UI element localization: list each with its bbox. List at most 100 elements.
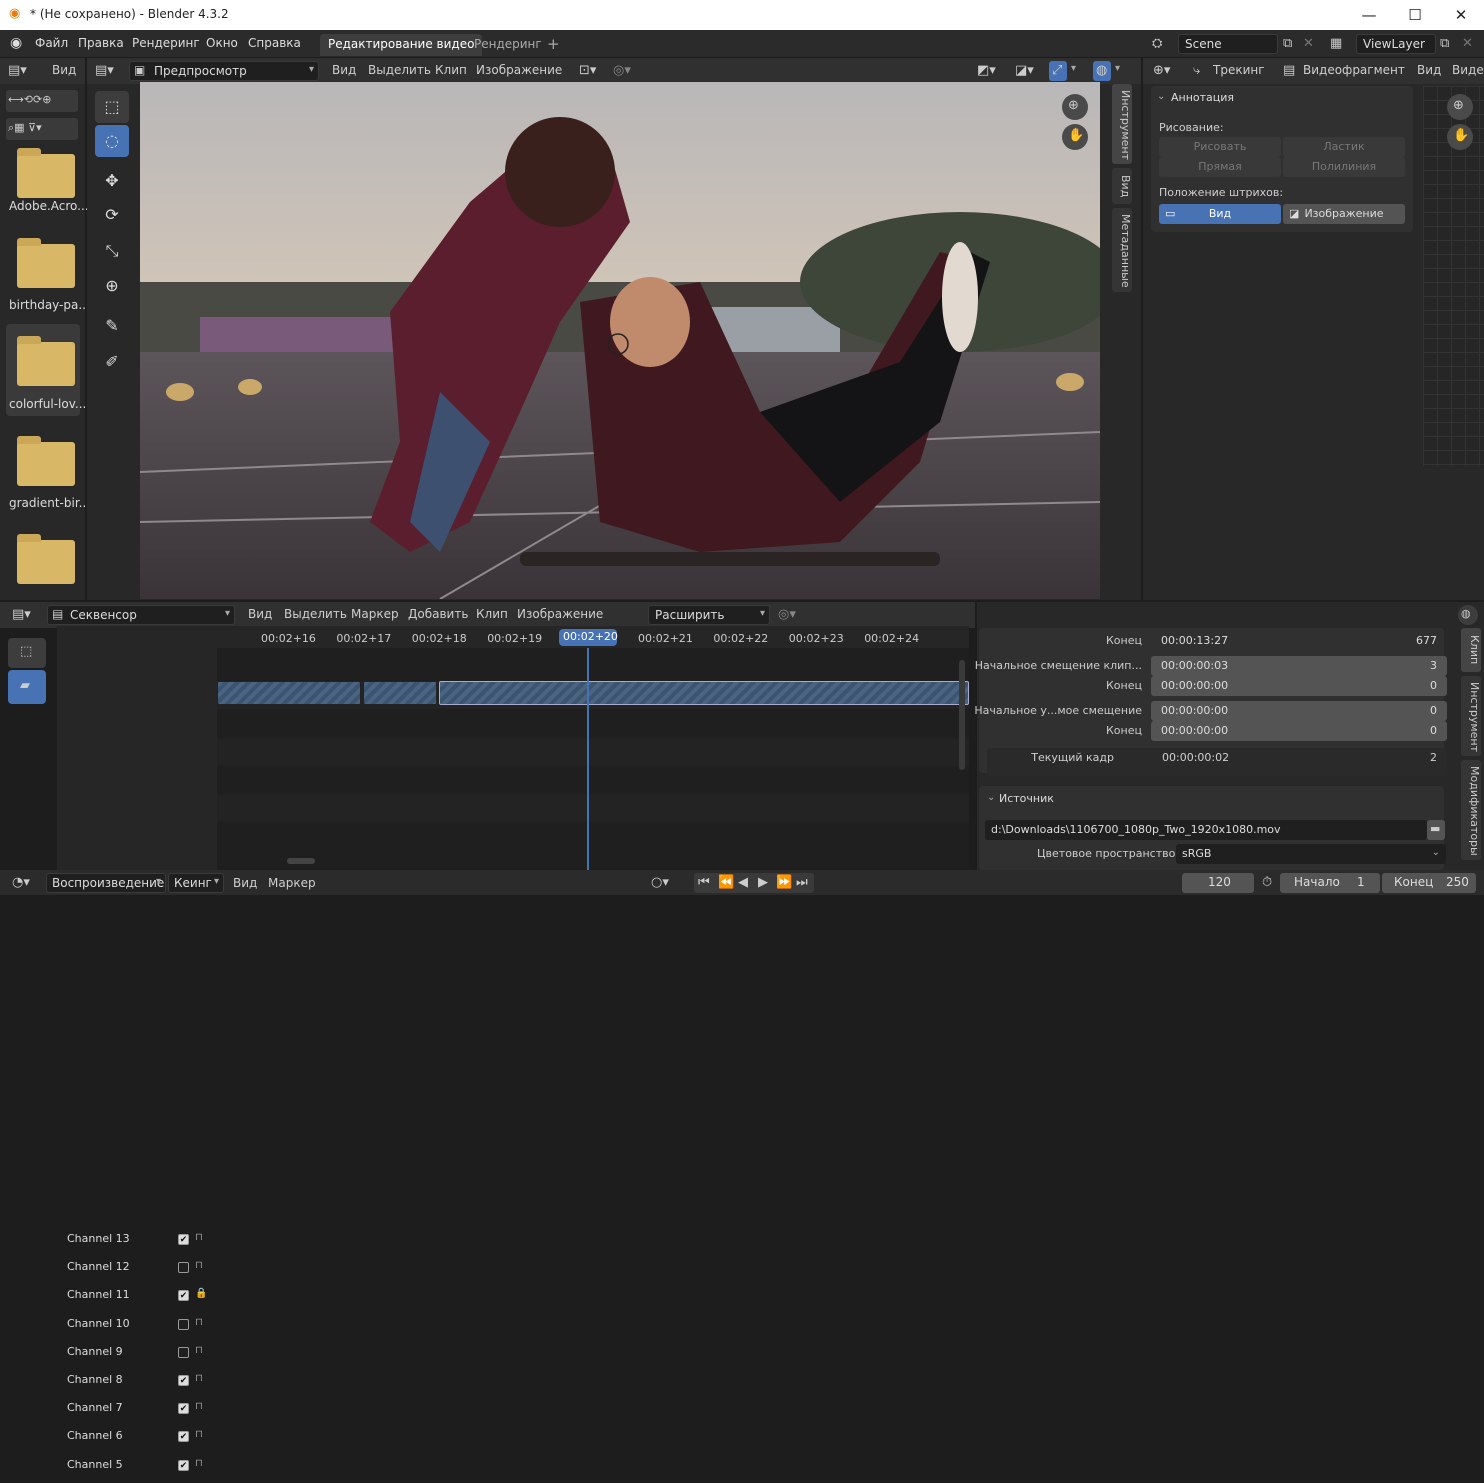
view-mode-select[interactable]: ▣ Предпросмотр ▾ bbox=[129, 61, 319, 81]
navigation-buttons[interactable]: ⟷⟲⟳⊕ bbox=[6, 90, 78, 112]
seq-menu-add[interactable]: Добавить bbox=[408, 607, 468, 621]
stopwatch-icon[interactable]: ⏱ bbox=[1262, 875, 1272, 890]
channel-mute-checkbox[interactable]: ✔ bbox=[178, 1234, 189, 1245]
maximize-button[interactable]: ☐ bbox=[1392, 0, 1438, 30]
lock-closed-icon[interactable]: 🔒 bbox=[195, 1288, 207, 1299]
select-tool-button[interactable]: ⬚ bbox=[95, 91, 129, 123]
end-frame-field[interactable]: Конец 250 bbox=[1382, 873, 1476, 893]
playback-menu[interactable]: Воспроизведение ▾ bbox=[46, 873, 166, 893]
annotation-title[interactable]: Аннотация bbox=[1171, 91, 1234, 104]
view-layer-field[interactable]: ViewLayer bbox=[1356, 34, 1436, 54]
zoom-button[interactable]: ⊕ bbox=[1062, 94, 1088, 120]
seq-select-tool[interactable]: ⬚ bbox=[8, 638, 46, 668]
editor-type-icon[interactable]: ▤▾ bbox=[8, 63, 27, 78]
chevron-down-icon[interactable]: ▾ bbox=[1071, 63, 1076, 74]
file-browser-view-menu[interactable]: Вид bbox=[52, 63, 76, 77]
scopes-icon[interactable]: ◪▾ bbox=[1015, 63, 1034, 78]
movie-strip[interactable] bbox=[363, 681, 437, 705]
tab-video-editing[interactable]: Редактирование видео bbox=[320, 34, 483, 56]
close-button[interactable]: ✕ bbox=[1438, 0, 1484, 30]
channel-mute-checkbox[interactable]: ✔ bbox=[178, 1375, 189, 1386]
movie-strip[interactable] bbox=[217, 681, 361, 705]
blender-menu-icon[interactable]: ◉ bbox=[10, 35, 22, 51]
jump-end-icon[interactable]: ⏭ bbox=[796, 875, 808, 890]
seq-blade-tool[interactable]: ▰ bbox=[8, 670, 46, 704]
editor-type-icon[interactable]: ▤▾ bbox=[95, 63, 114, 78]
channel-row[interactable]: Channel 9 ⊓ bbox=[57, 1342, 217, 1370]
seq-menu-view[interactable]: Вид bbox=[248, 607, 272, 621]
menu-edit[interactable]: Правка bbox=[78, 36, 124, 50]
channel-mute-checkbox[interactable] bbox=[178, 1262, 189, 1274]
overlap-mode-select[interactable]: Расширить ▾ bbox=[648, 605, 770, 625]
seq-menu-marker[interactable]: Маркер bbox=[351, 607, 399, 621]
lock-open-icon[interactable]: ⊓ bbox=[195, 1260, 203, 1271]
chevron-down-icon[interactable]: ⌄ bbox=[1157, 91, 1165, 102]
jump-start-icon[interactable]: ⏮ bbox=[698, 875, 710, 890]
lock-open-icon[interactable]: ⊓ bbox=[195, 1458, 203, 1469]
folder-item[interactable] bbox=[17, 534, 75, 584]
new-scene-icon[interactable]: ⧉ bbox=[1283, 36, 1292, 51]
pan-button[interactable]: ✋ bbox=[1447, 124, 1473, 150]
preview-menu-view[interactable]: Вид bbox=[332, 63, 356, 77]
sequencer-mode-select[interactable]: ▤ Секвенсор ▾ bbox=[47, 605, 235, 625]
chevron-down-icon[interactable]: ⌄ bbox=[987, 792, 995, 803]
play-icon[interactable]: ▶ bbox=[758, 875, 768, 890]
folder-item[interactable] bbox=[17, 436, 75, 486]
menu-render[interactable]: Рендеринг bbox=[132, 36, 200, 50]
remove-scene-icon[interactable]: ✕ bbox=[1303, 36, 1314, 51]
eyedropper-tool-button[interactable]: ✎ bbox=[95, 310, 129, 342]
editor-type-icon[interactable]: ⊕▾ bbox=[1153, 63, 1170, 78]
channel-row[interactable]: Channel 5 ✔ ⊓ bbox=[57, 1455, 217, 1483]
clip-view-menu[interactable]: Вид bbox=[1417, 63, 1441, 77]
filter-buttons[interactable]: ⌕▦ ⊽▾ bbox=[6, 118, 78, 140]
current-frame-number[interactable]: 2 bbox=[1430, 751, 1437, 764]
channel-row[interactable]: Channel 6 ✔ ⊓ bbox=[57, 1426, 217, 1454]
menu-window[interactable]: Окно bbox=[206, 36, 238, 50]
clip-video-menu[interactable]: Видео bbox=[1452, 63, 1484, 77]
tracking-mode-menu[interactable]: Трекинг bbox=[1213, 63, 1265, 77]
keying-menu[interactable]: Кеинг ▾ bbox=[168, 873, 224, 893]
clip-mode-menu[interactable]: Видеофрагмент bbox=[1303, 63, 1405, 77]
lock-open-icon[interactable]: ⊓ bbox=[195, 1373, 203, 1384]
menu-help[interactable]: Справка bbox=[248, 36, 301, 50]
vertical-scrollbar[interactable] bbox=[959, 660, 965, 770]
lock-open-icon[interactable]: ⊓ bbox=[195, 1345, 203, 1356]
tab-tool[interactable]: Инструмент bbox=[1112, 84, 1132, 164]
playback-view-menu[interactable]: Вид bbox=[233, 876, 257, 890]
movie-strip-selected[interactable] bbox=[439, 681, 969, 705]
video-preview-image[interactable] bbox=[140, 82, 1100, 599]
playhead-label[interactable]: 00:02+20 bbox=[559, 629, 618, 646]
draw-button[interactable]: Рисовать bbox=[1159, 137, 1281, 157]
lock-open-icon[interactable]: ⊓ bbox=[195, 1317, 203, 1328]
move-tool-button[interactable]: ✥ bbox=[95, 165, 129, 197]
snap-icon[interactable]: ◎▾ bbox=[613, 63, 631, 78]
source-title[interactable]: Источник bbox=[999, 792, 1054, 805]
seq-menu-select[interactable]: Выделить bbox=[284, 607, 347, 621]
channel-mute-checkbox[interactable]: ✔ bbox=[178, 1290, 189, 1302]
view-layer-icon[interactable]: ▦ bbox=[1330, 36, 1342, 51]
seq-menu-strip[interactable]: Клип bbox=[476, 607, 508, 621]
channel-row[interactable]: Channel 10 ⊓ bbox=[57, 1314, 217, 1342]
eraser-button[interactable]: Ластик bbox=[1283, 137, 1405, 157]
channel-mute-checkbox[interactable] bbox=[178, 1318, 189, 1330]
tab-tool[interactable]: Инструмент bbox=[1461, 676, 1481, 756]
lock-open-icon[interactable]: ⊓ bbox=[195, 1401, 203, 1412]
playback-marker-menu[interactable]: Маркер bbox=[268, 876, 316, 890]
add-workspace-button[interactable]: + bbox=[547, 35, 560, 53]
property-value-field[interactable]: 00:00:00:00 0 bbox=[1151, 701, 1447, 721]
tab-rendering[interactable]: Рендеринг bbox=[466, 34, 550, 56]
sample-tool-button[interactable]: ◌ bbox=[95, 125, 129, 157]
channel-row[interactable]: Channel 12 ⊓ bbox=[57, 1257, 217, 1285]
placement-view-button[interactable]: ▭ Вид bbox=[1159, 204, 1281, 224]
back-arrow-icon[interactable]: ⟷⟲⟳⊕ bbox=[8, 93, 51, 106]
annotate-tool-button[interactable]: ✐ bbox=[95, 346, 129, 378]
browse-button[interactable]: ▬ bbox=[1427, 820, 1445, 840]
remove-view-layer-icon[interactable]: ✕ bbox=[1462, 36, 1473, 51]
property-value-field[interactable]: 00:00:13:27 677 bbox=[1151, 631, 1447, 651]
display-channels-icon[interactable]: ◩▾ bbox=[977, 63, 996, 78]
channel-mute-checkbox[interactable]: ✔ bbox=[178, 1403, 189, 1415]
channel-row[interactable]: Channel 13 ✔ ⊓ bbox=[57, 1229, 217, 1257]
gizmo-toggle[interactable]: ⤢ bbox=[1049, 61, 1067, 81]
timeline-canvas[interactable]: 00:02+20 bbox=[217, 626, 969, 870]
menu-file[interactable]: Файл bbox=[35, 36, 68, 50]
